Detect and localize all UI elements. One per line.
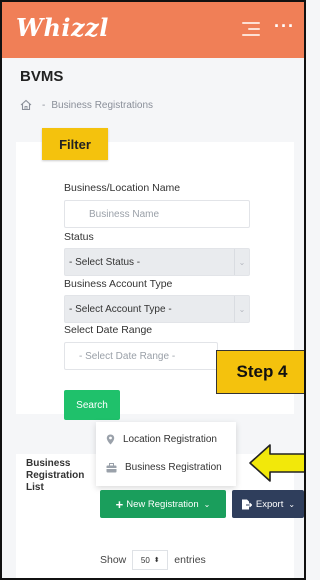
chevron-down-icon: ⌄: [234, 296, 249, 322]
entries-label: entries: [174, 554, 206, 566]
account-type-select[interactable]: - Select Account Type - ⌄: [64, 295, 250, 323]
location-pin-icon: [106, 434, 115, 445]
step-4-callout: Step 4: [216, 350, 304, 394]
plus-icon: +: [115, 496, 124, 512]
date-range-label: Select Date Range: [64, 324, 153, 336]
chevron-down-icon: ⌄: [288, 499, 296, 509]
business-name-label: Business/Location Name: [64, 182, 181, 194]
business-name-placeholder: Business Name: [89, 208, 160, 220]
entries-length-control: Show 50 ⬍ entries: [100, 550, 206, 570]
page-title: BVMS: [20, 68, 64, 85]
list-title: Business Registration List: [26, 458, 85, 493]
new-registration-button[interactable]: + New Registration ⌄: [100, 490, 226, 518]
pointer-arrow-icon: [249, 444, 304, 482]
status-select[interactable]: - Select Status - ⌄: [64, 248, 250, 276]
status-value: - Select Status -: [69, 256, 141, 268]
breadcrumb-current: Business Registrations: [51, 99, 154, 111]
new-registration-label: New Registration: [126, 498, 199, 510]
search-button[interactable]: Search: [64, 390, 120, 420]
up-down-icon: ⬍: [153, 557, 160, 564]
home-icon[interactable]: [20, 99, 32, 111]
export-file-icon: [241, 499, 252, 509]
account-type-label: Business Account Type: [64, 278, 173, 290]
status-label: Status: [64, 231, 94, 243]
chevron-down-icon: ⌄: [203, 499, 211, 509]
app-logo: Whizzl: [16, 13, 109, 42]
filter-tag: Filter: [42, 128, 108, 160]
date-range-input[interactable]: - Select Date Range -: [64, 342, 218, 370]
dropdown-item-business-registration[interactable]: Business Registration: [106, 462, 222, 473]
entries-value: 50: [140, 555, 150, 565]
top-bar: Whizzl ···: [2, 2, 304, 58]
business-registration-label: Business Registration: [125, 462, 222, 473]
menu-icon[interactable]: [242, 22, 260, 36]
briefcase-icon: [106, 462, 117, 472]
ellipsis-icon[interactable]: ···: [274, 16, 295, 37]
account-type-value: - Select Account Type -: [69, 303, 172, 315]
new-registration-dropdown: Location Registration Business Registrat…: [96, 422, 236, 486]
chevron-down-icon: ⌄: [234, 249, 249, 275]
app-frame: Whizzl ··· BVMS - Business Registrations…: [0, 0, 306, 580]
export-label: Export: [255, 498, 284, 510]
dropdown-item-location-registration[interactable]: Location Registration: [106, 434, 217, 445]
show-label: Show: [100, 554, 127, 566]
date-range-placeholder: - Select Date Range -: [79, 350, 176, 362]
entries-select[interactable]: 50 ⬍: [132, 550, 169, 570]
location-registration-label: Location Registration: [123, 434, 217, 445]
breadcrumb: - Business Registrations: [20, 99, 153, 111]
business-name-input[interactable]: Business Name: [64, 200, 250, 228]
breadcrumb-separator: -: [42, 99, 46, 111]
export-button[interactable]: Export ⌄: [232, 490, 304, 518]
